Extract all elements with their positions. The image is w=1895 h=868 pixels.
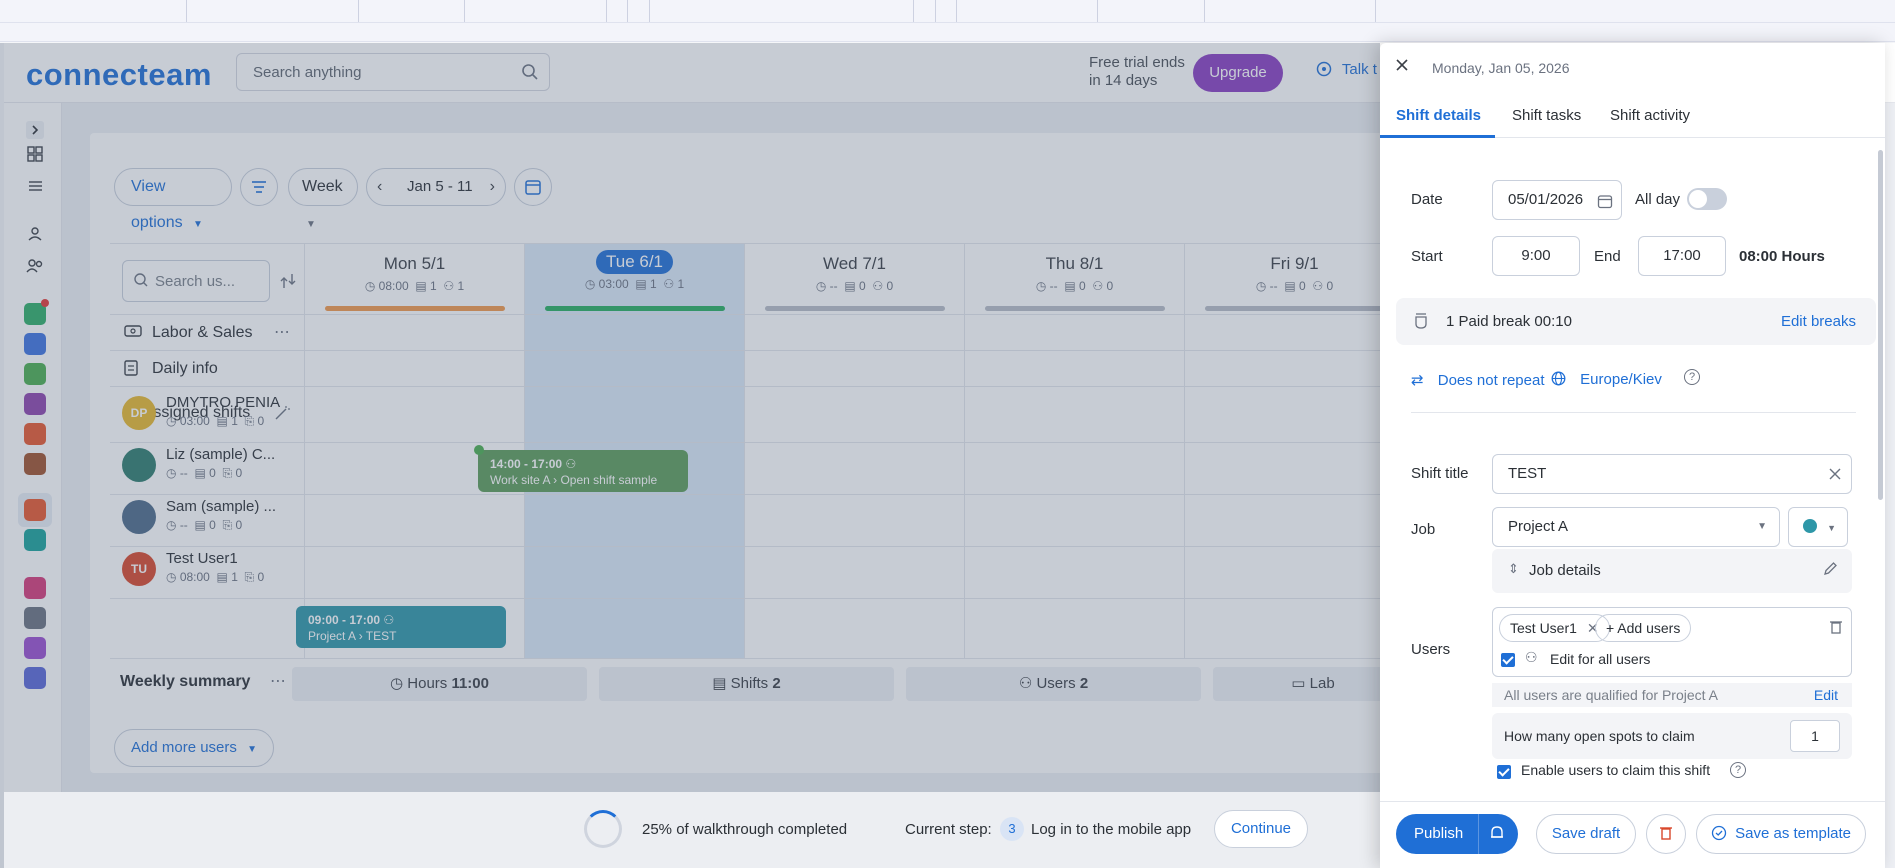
- job-color-swatch: [1803, 519, 1817, 533]
- add-users-button[interactable]: + Add users: [1595, 614, 1692, 642]
- panel-date-title: Monday, Jan 05, 2026: [1432, 60, 1570, 76]
- end-time-input[interactable]: 17:00: [1638, 236, 1726, 276]
- open-spots-value: 1: [1811, 728, 1819, 744]
- users-selector[interactable]: Test User1 ✕ + Add users ⚇ Edit for all …: [1492, 607, 1852, 677]
- all-day-label: All day: [1635, 191, 1681, 208]
- repeat-label: Does not repeat: [1437, 372, 1545, 389]
- qualified-edit-link[interactable]: Edit: [1814, 683, 1838, 707]
- continue-button[interactable]: Continue: [1214, 810, 1308, 848]
- walkthrough-progress-text: 25% of walkthrough completed: [642, 821, 848, 838]
- edit-breaks-link[interactable]: Edit breaks: [1781, 313, 1856, 330]
- date-input[interactable]: 05/01/2026: [1492, 180, 1622, 220]
- publish-button[interactable]: Publish: [1396, 814, 1518, 854]
- end-time-value: 17:00: [1663, 247, 1701, 264]
- qualification-note: All users are qualified for Project A Ed…: [1492, 683, 1852, 707]
- user-chip-label: Test User1: [1510, 620, 1577, 636]
- chevron-down-icon: ▼: [1827, 523, 1837, 533]
- save-draft-button[interactable]: Save draft: [1536, 814, 1636, 854]
- shift-details-panel: Monday, Jan 05, 2026 Shift details Shift…: [1380, 43, 1885, 868]
- tab-shift-details[interactable]: Shift details: [1396, 107, 1481, 124]
- top-strip: [0, 0, 1895, 42]
- bell-icon[interactable]: [1488, 824, 1506, 846]
- start-label: Start: [1411, 248, 1443, 265]
- all-day-toggle[interactable]: [1687, 188, 1727, 210]
- active-tab-indicator: [1380, 135, 1495, 138]
- edit-pencil-icon[interactable]: [1823, 561, 1838, 581]
- start-time-input[interactable]: 9:00: [1492, 236, 1580, 276]
- chevron-down-icon: ▼: [1757, 521, 1767, 532]
- clear-icon[interactable]: [1829, 457, 1841, 495]
- coffee-icon: [1414, 312, 1430, 335]
- panel-footer: Publish Save draft Save as template: [1380, 801, 1885, 868]
- start-time-value: 9:00: [1521, 247, 1551, 264]
- tab-shift-tasks[interactable]: Shift tasks: [1512, 107, 1581, 124]
- edit-for-all-label: Edit for all users: [1550, 651, 1651, 667]
- date-value: 05/01/2026: [1508, 191, 1584, 208]
- current-step-label: Current step:: [905, 821, 992, 838]
- repeat-link[interactable]: ⇄ Does not repeat: [1411, 371, 1545, 389]
- open-spots-box: How many open spots to claim 1: [1492, 713, 1852, 759]
- help-icon[interactable]: ?: [1730, 762, 1746, 778]
- panel-scrollbar[interactable]: [1878, 150, 1883, 500]
- timezone-label: Europe/Kiev: [1580, 371, 1662, 388]
- enable-claim-checkbox[interactable]: [1497, 765, 1511, 779]
- globe-icon: [1551, 371, 1570, 388]
- walkthrough-bar: 25% of walkthrough completed Current ste…: [4, 792, 1380, 868]
- walkthrough-progress-ring: [584, 810, 622, 848]
- publish-label: Publish: [1414, 825, 1464, 842]
- date-label: Date: [1411, 191, 1443, 208]
- shift-title-value: TEST: [1508, 465, 1547, 482]
- shift-duration: 08:00 Hours: [1739, 248, 1825, 265]
- breaks-box: 1 Paid break 00:10 Edit breaks: [1396, 298, 1876, 345]
- job-color-select[interactable]: ▼: [1788, 507, 1848, 547]
- enable-claim-label: Enable users to claim this shift: [1521, 762, 1711, 778]
- repeat-icon: ⇄: [1411, 372, 1424, 389]
- trash-icon: [1659, 825, 1673, 842]
- shift-title-label: Shift title: [1411, 465, 1469, 482]
- current-step-text: Log in to the mobile app: [1031, 821, 1192, 838]
- break-text: 1 Paid break 00:10: [1446, 313, 1572, 330]
- job-details-label: Job details: [1529, 562, 1601, 579]
- job-details-expander[interactable]: ⇕ Job details: [1492, 549, 1852, 593]
- job-label: Job: [1411, 521, 1436, 538]
- calendar-icon: [1597, 183, 1613, 221]
- delete-button[interactable]: [1646, 814, 1686, 854]
- users-label: Users: [1411, 641, 1451, 658]
- tab-shift-activity[interactable]: Shift activity: [1610, 107, 1690, 124]
- modal-backdrop[interactable]: [0, 43, 1380, 868]
- qualified-text: All users are qualified for Project A: [1504, 687, 1718, 703]
- section-divider: [1411, 412, 1856, 413]
- shift-title-input[interactable]: TEST: [1492, 454, 1852, 494]
- group-icon: ⚇: [1525, 649, 1538, 665]
- open-spots-input[interactable]: 1: [1790, 720, 1840, 752]
- timezone-link[interactable]: Europe/Kiev: [1551, 371, 1662, 388]
- panel-tabs: Shift details Shift tasks Shift activity: [1380, 95, 1885, 138]
- job-select[interactable]: Project A ▼: [1492, 507, 1780, 547]
- step-number-badge: 3: [1000, 817, 1024, 841]
- check-circle-icon: [1711, 825, 1735, 842]
- trash-icon[interactable]: [1829, 619, 1843, 640]
- save-as-template-button[interactable]: Save as template: [1696, 814, 1866, 854]
- help-icon[interactable]: ?: [1684, 369, 1700, 385]
- open-spots-label: How many open spots to claim: [1504, 728, 1695, 744]
- expand-icon: ⇕: [1508, 561, 1519, 576]
- job-value: Project A: [1508, 518, 1569, 535]
- user-chip[interactable]: Test User1 ✕: [1499, 614, 1610, 642]
- close-icon[interactable]: [1394, 57, 1410, 78]
- edit-for-all-checkbox[interactable]: [1501, 653, 1515, 667]
- save-as-template-label: Save as template: [1735, 825, 1852, 842]
- end-label: End: [1594, 248, 1621, 265]
